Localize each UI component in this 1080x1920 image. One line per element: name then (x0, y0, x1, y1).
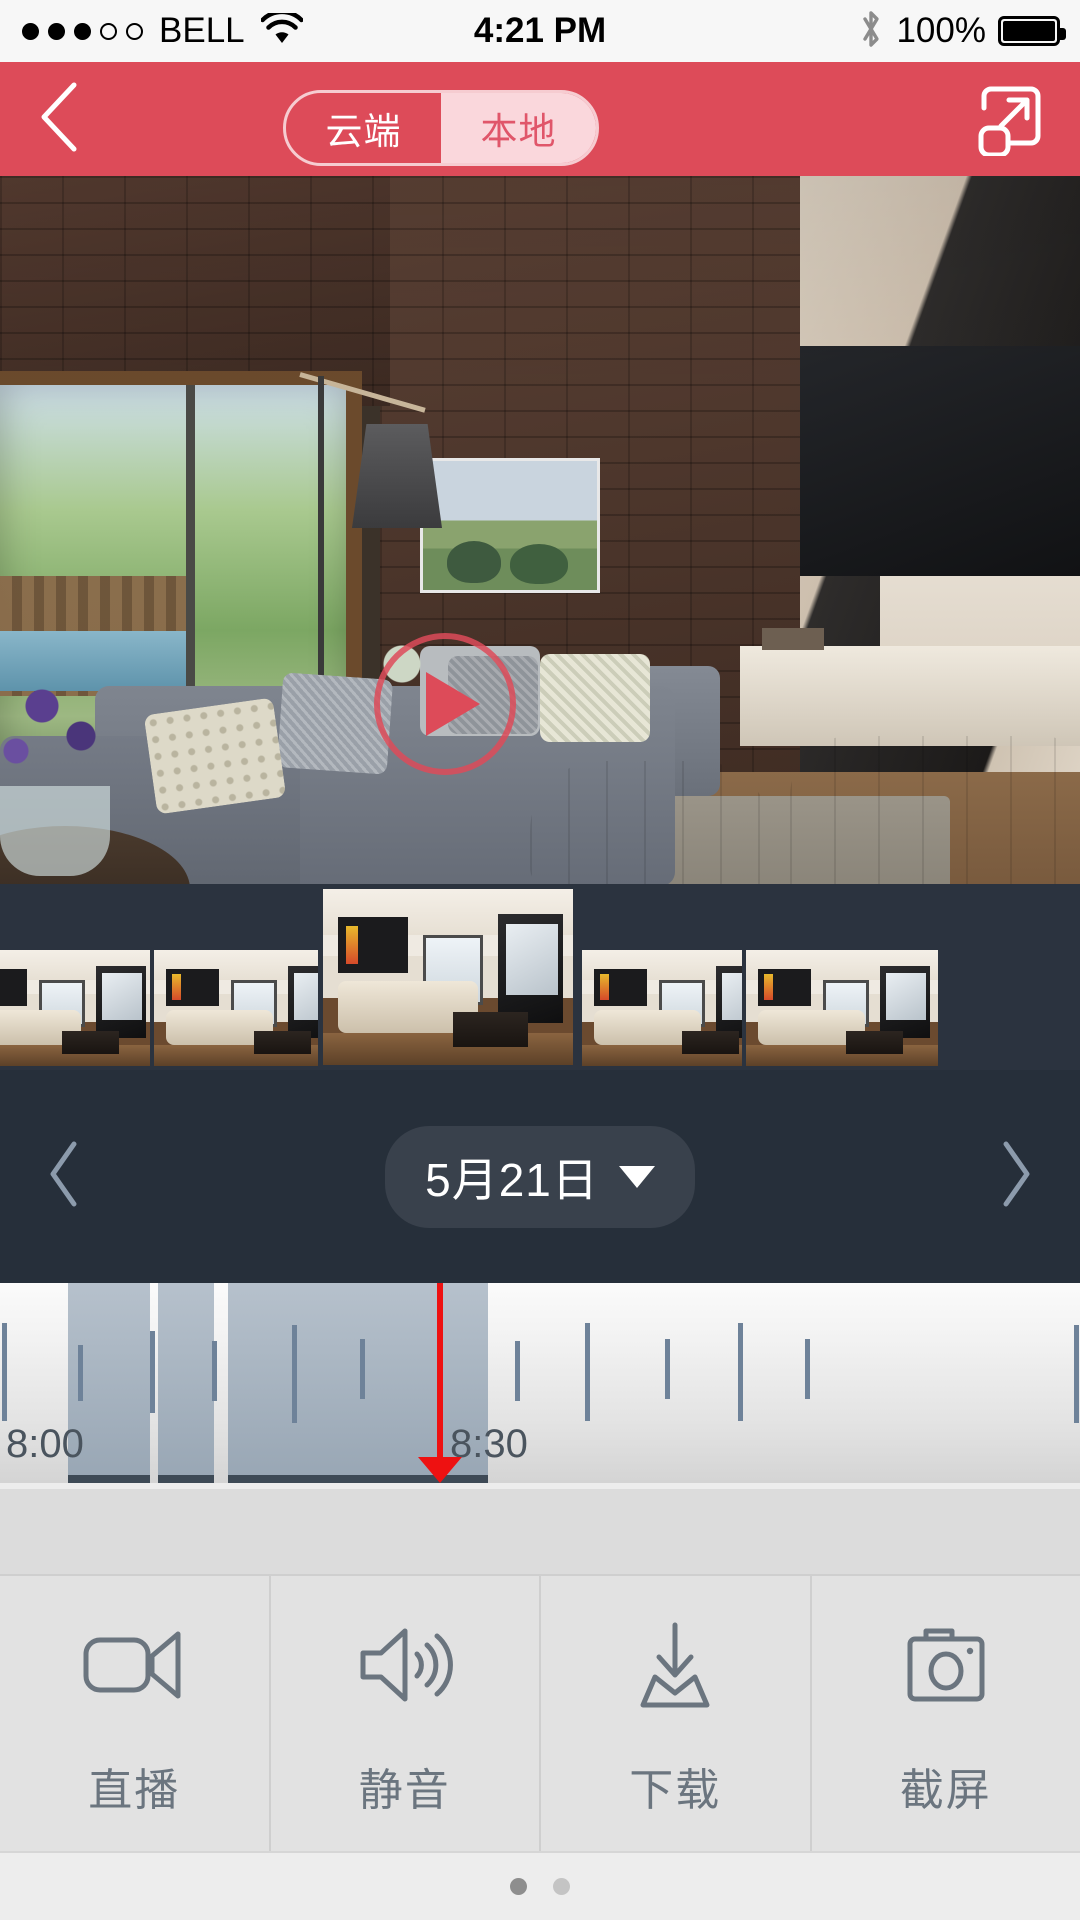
toolbar-label-mute: 静音 (358, 1765, 451, 1815)
page-dot[interactable] (553, 1878, 570, 1895)
date-label: 5月21日 (425, 1153, 599, 1206)
chevron-right-icon (995, 1139, 1035, 1214)
date-dropdown-button[interactable]: 5月21日 (385, 1125, 695, 1228)
toolbar-button-download[interactable]: 下载 (541, 1576, 812, 1851)
video-frame-image (0, 176, 1080, 952)
play-button-icon[interactable] (374, 633, 516, 775)
timeline-playhead[interactable] (437, 1283, 443, 1475)
caret-down-icon (618, 1165, 655, 1188)
timeline-tick (805, 1339, 810, 1399)
play-triangle (426, 672, 480, 736)
toolbar-button-live[interactable]: 直播 (0, 1576, 271, 1851)
app-root: BELL 4:21 PM 100% 云端 本地 5月21日 8:00 8:30 … (0, 0, 1080, 1920)
bluetooth-icon (858, 8, 884, 55)
page-indicator[interactable] (0, 1851, 1080, 1920)
segment-cloud[interactable]: 云端 (286, 93, 441, 163)
timeline-playhead-marker (418, 1457, 462, 1483)
status-bar: BELL 4:21 PM 100% (0, 0, 1080, 62)
recording-timeline[interactable]: 8:00 8:30 (0, 1283, 1080, 1483)
source-segmented-control[interactable]: 云端 本地 (283, 90, 599, 166)
timeline-tick (585, 1323, 590, 1421)
timeline-tick (515, 1341, 520, 1401)
timeline-gap-band (0, 1489, 1080, 1574)
chevron-left-icon (45, 1139, 85, 1214)
thumbnail-item[interactable] (0, 946, 158, 1070)
download-icon (633, 1610, 717, 1720)
next-day-button[interactable] (950, 1070, 1080, 1283)
timeline-tick (360, 1339, 365, 1399)
thumbnail-item[interactable] (742, 946, 942, 1070)
expand-button[interactable] (954, 62, 1064, 176)
battery-percent-label: 100% (896, 11, 986, 50)
page-dot[interactable] (510, 1878, 527, 1895)
timeline-tick (212, 1341, 217, 1401)
bottom-toolbar: 直播 静音 下载 截屏 (0, 1574, 1080, 1851)
toolbar-label-screenshot: 截屏 (899, 1765, 992, 1815)
video-player[interactable] (0, 176, 1080, 952)
toolbar-button-screenshot[interactable]: 截屏 (812, 1576, 1080, 1851)
date-selector-bar: 5月21日 (0, 1070, 1080, 1283)
timeline-recording-block[interactable] (182, 1283, 214, 1483)
status-bar-right: 100% (858, 8, 1066, 55)
toolbar-label-download: 下载 (629, 1765, 722, 1815)
timeline-tick (1074, 1325, 1079, 1423)
thumbnail-image (0, 950, 154, 1066)
camera-icon (902, 1610, 990, 1720)
timeline-tick (2, 1323, 7, 1421)
back-chevron-icon (36, 80, 84, 159)
timeline-time-label: 8:00 (6, 1422, 84, 1466)
app-header: 云端 本地 (0, 62, 1080, 176)
toolbar-button-mute[interactable]: 静音 (271, 1576, 541, 1851)
speaker-mute-icon (355, 1610, 455, 1720)
thumbnail-strip[interactable] (0, 884, 1080, 1070)
thumbnail-active[interactable] (318, 884, 578, 1070)
timeline-recording-block[interactable] (158, 1283, 182, 1483)
timeline-tick (738, 1323, 743, 1421)
timeline-tick (665, 1339, 670, 1399)
battery-full-icon (998, 16, 1066, 46)
timeline-recording-block[interactable] (228, 1283, 488, 1483)
toolbar-label-live: 直播 (88, 1765, 181, 1815)
video-camera-icon (82, 1610, 186, 1720)
prev-day-button[interactable] (0, 1070, 130, 1283)
thumbnail-image (746, 950, 938, 1066)
thumbnail-image (323, 889, 573, 1065)
timeline-tick (150, 1331, 155, 1413)
timeline-tick (78, 1345, 83, 1401)
segment-local[interactable]: 本地 (441, 93, 596, 163)
back-button[interactable] (0, 62, 120, 176)
timeline-tick (292, 1325, 297, 1423)
expand-fullscreen-icon (970, 78, 1048, 161)
